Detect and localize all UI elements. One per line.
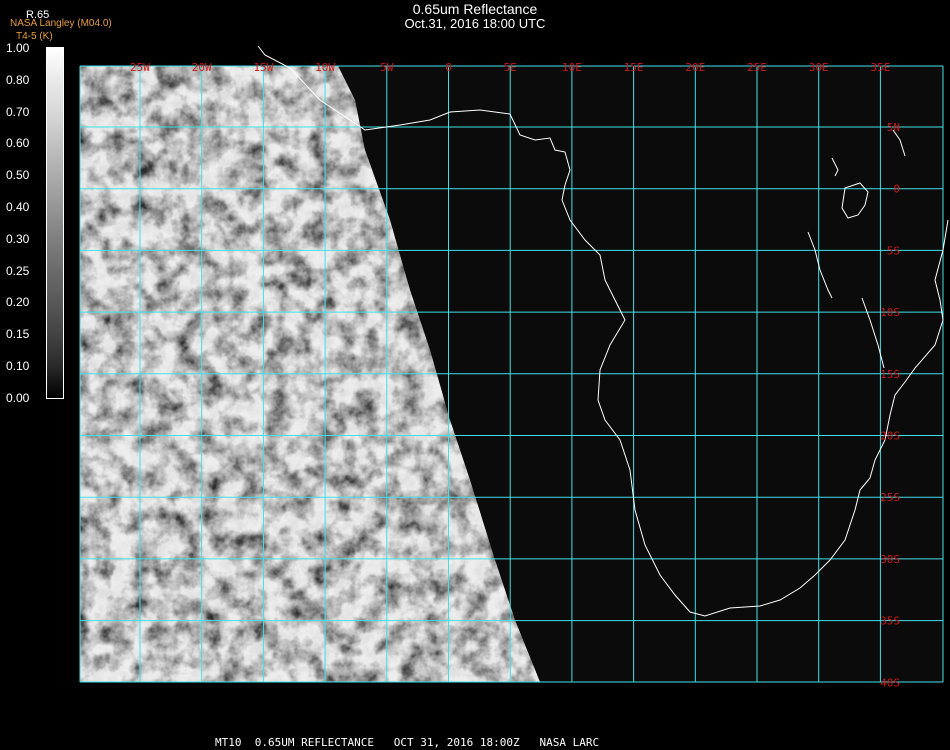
longitude-label: 0 [445,61,452,74]
longitude-label: 25W [130,61,150,74]
latitude-label: 35S [880,615,900,628]
longitude-label: 35E [870,61,890,74]
longitude-label: 5W [380,61,394,74]
longitude-label: 5E [504,61,517,74]
latitude-label: 40S [880,676,900,689]
latitude-label: 30S [880,553,900,566]
latitude-label: 5S [887,244,900,257]
longitude-label: 30E [809,61,829,74]
latitude-label: 0 [893,183,900,196]
latitude-label: 25S [880,491,900,504]
latitude-label: 5N [887,121,900,134]
longitude-label: 10W [315,61,335,74]
longitude-label: 20E [685,61,705,74]
longitude-label: 10E [562,61,582,74]
satellite-map: 25W 20W 15W 10W 5W 0 5E 10E 15E 20E 25E 30E 35E 5N 0 5… [79,45,949,689]
latitude-label: 15S [880,368,900,381]
latitude-label: 10S [880,306,900,319]
footer-caption: MT10 0.65UM REFLECTANCE OCT 31, 2016 18:… [215,736,600,749]
longitude-label: 25E [747,61,767,74]
latitude-label: 20S [880,430,900,443]
longitude-label: 15E [624,61,644,74]
longitude-label: 20W [192,61,212,74]
longitude-label: 15W [253,61,273,74]
